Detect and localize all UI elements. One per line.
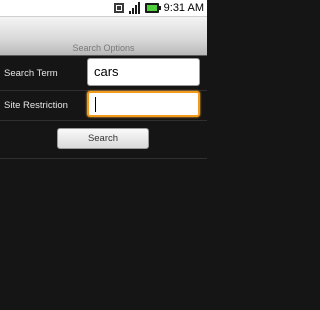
battery-icon [145, 3, 161, 13]
search-button[interactable]: Search [57, 128, 149, 149]
title-bar: Search Options [0, 17, 207, 56]
page-title: Search Options [72, 43, 135, 53]
button-row: Search [0, 120, 207, 159]
site-restriction-input[interactable] [87, 91, 200, 117]
screen: 9:31 AM Search Options Search Term cars … [0, 0, 207, 310]
status-bar-time: 9:31 AM [163, 2, 204, 14]
text-cursor [95, 97, 96, 112]
signal-strength-icon [129, 2, 140, 14]
status-bar: 9:31 AM [0, 0, 207, 17]
search-term-label: Search Term [4, 68, 58, 79]
search-term-row: Search Term cars [0, 56, 207, 91]
sim-card-icon [114, 3, 124, 13]
search-term-input[interactable]: cars [87, 58, 200, 86]
site-restriction-label: Site Restriction [4, 100, 68, 111]
site-restriction-row: Site Restriction [0, 90, 207, 121]
